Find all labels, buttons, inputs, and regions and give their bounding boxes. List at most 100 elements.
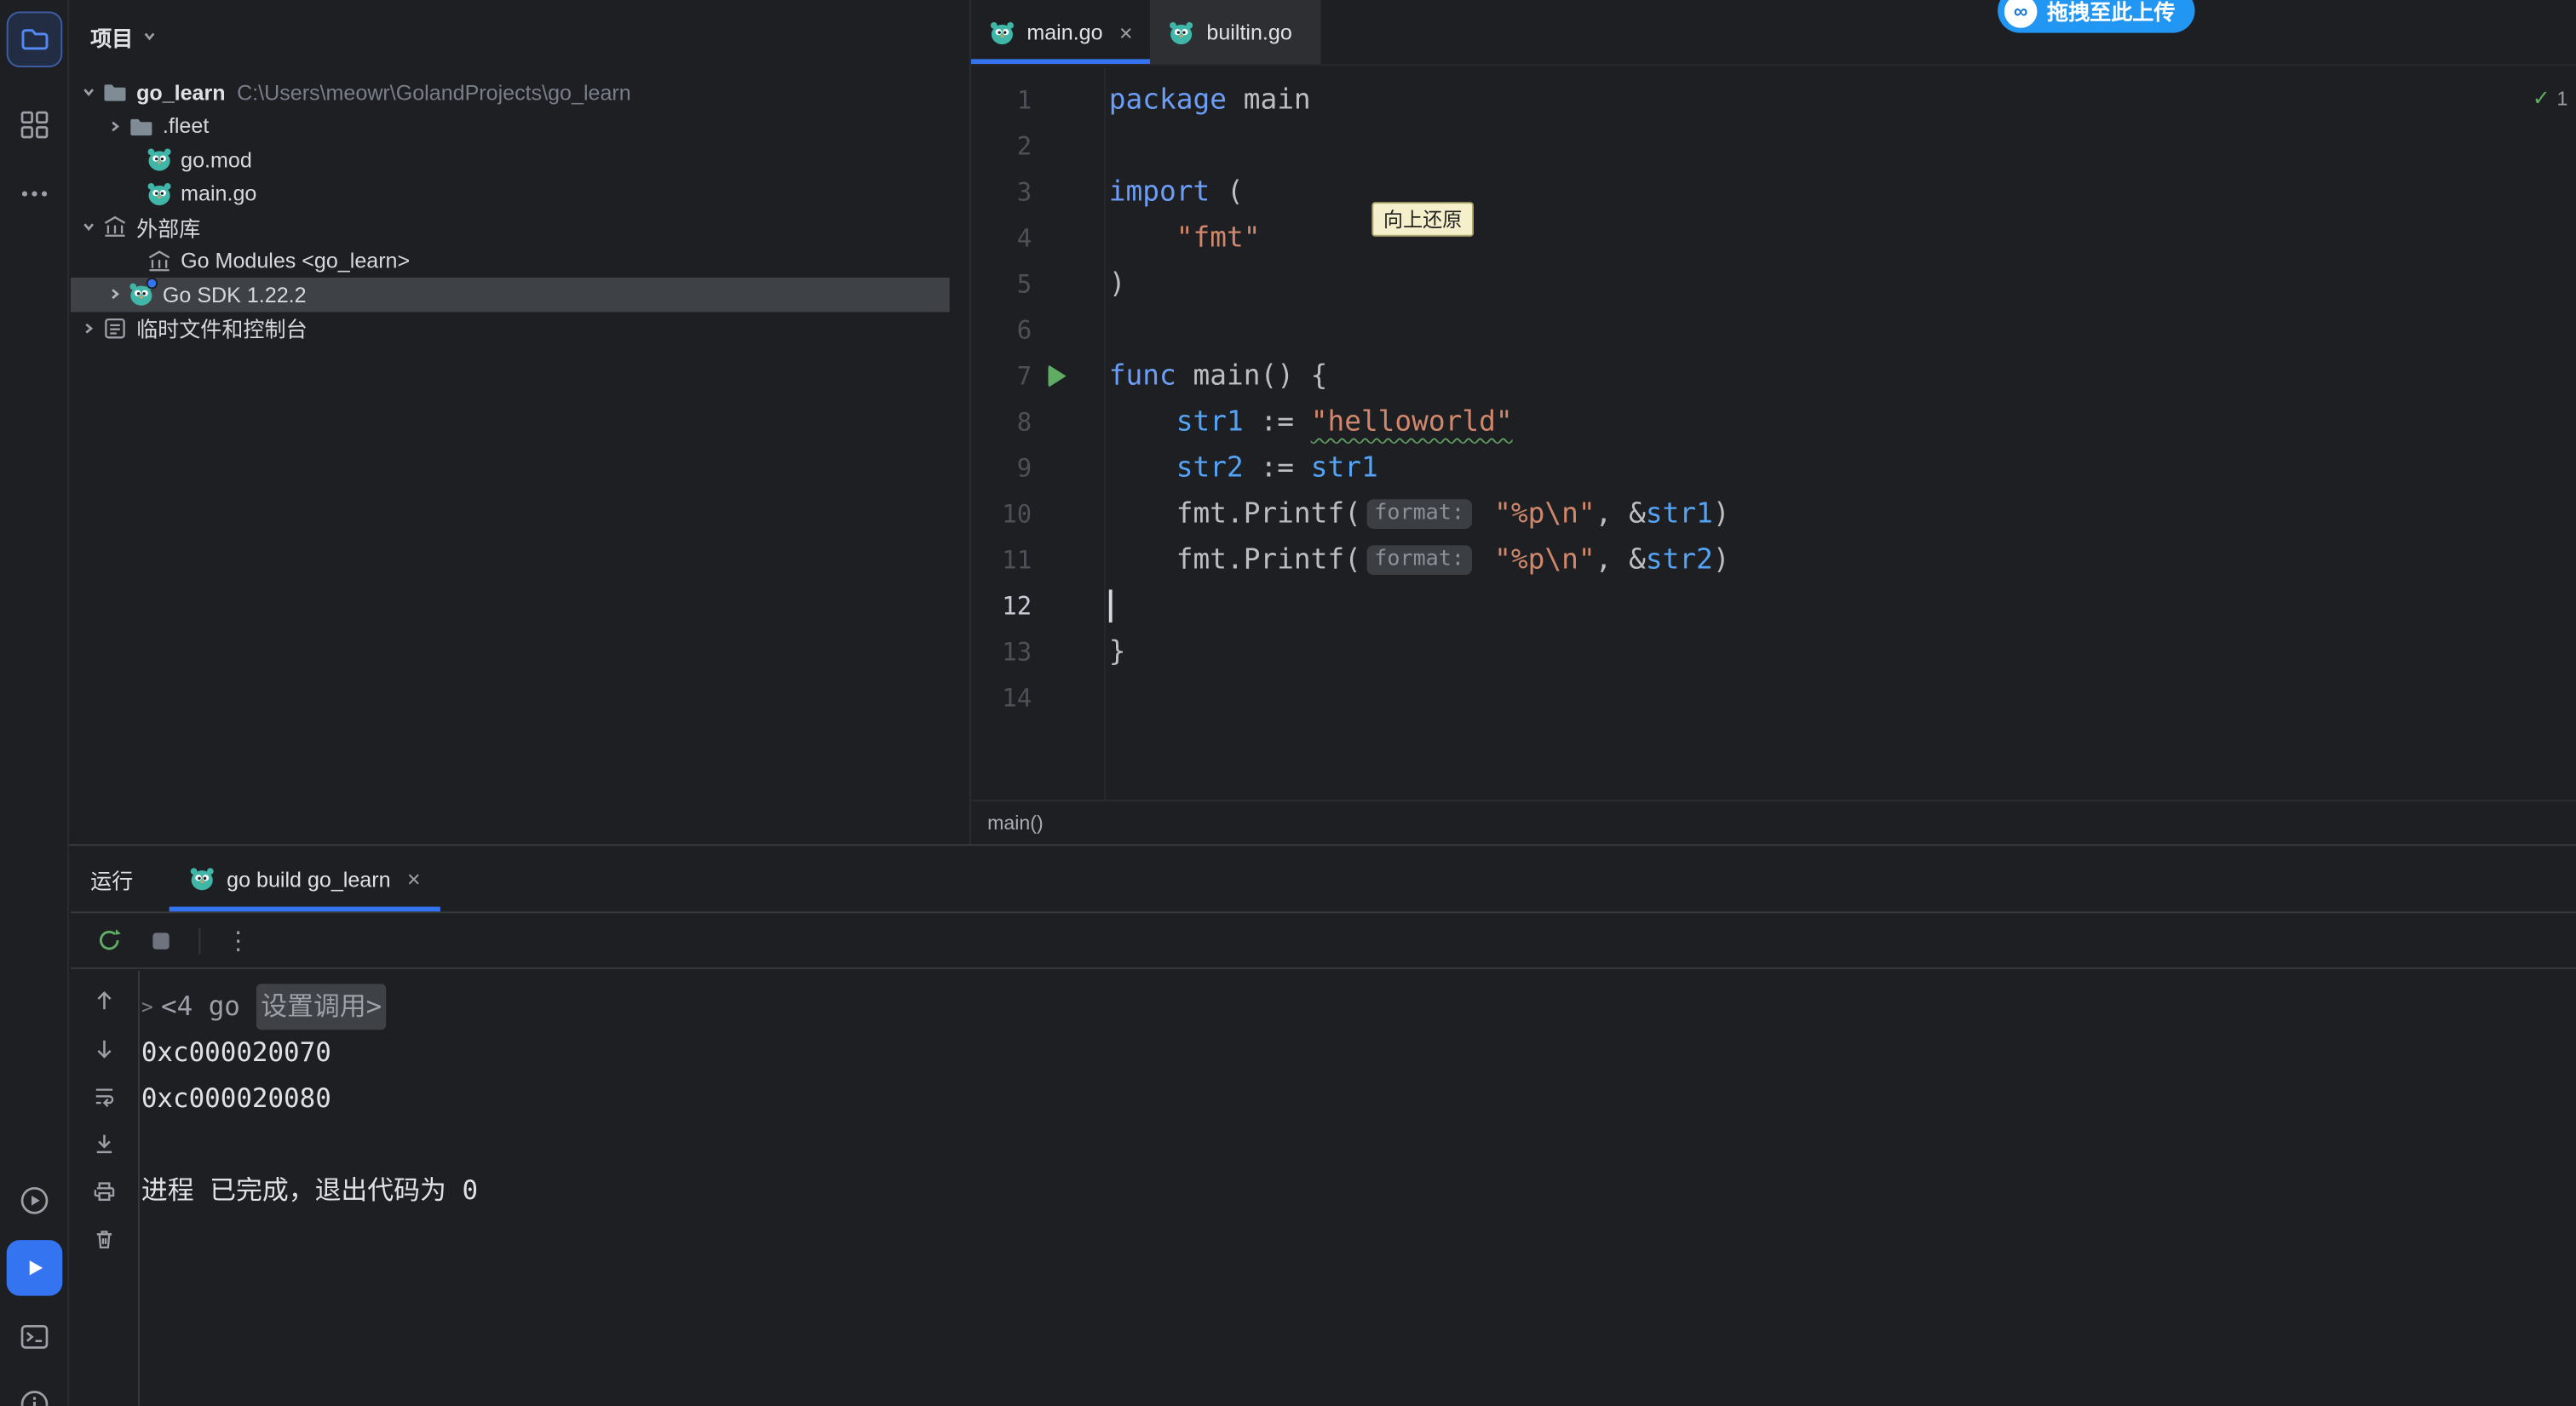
code-token — [1109, 405, 1176, 439]
gutter-row[interactable]: 13 — [971, 629, 1104, 675]
gutter-divider — [1104, 67, 1106, 800]
line-number[interactable]: 12 — [971, 583, 1032, 629]
code-line-10[interactable]: fmt.Printf(format: "%p\n", &str1) — [1109, 491, 2576, 537]
tree-item-go-sdk[interactable]: Go SDK 1.22.2 — [71, 278, 950, 312]
scroll-to-end-icon[interactable] — [89, 1130, 119, 1156]
line-number[interactable]: 11 — [971, 537, 1032, 583]
code-line-1[interactable]: package main — [1109, 77, 2576, 123]
tree-item-main-go[interactable]: main.go — [71, 176, 950, 210]
code-line-3[interactable]: import ( — [1109, 169, 2576, 215]
chevron-down-icon[interactable] — [78, 84, 99, 100]
structure-tool-window-button[interactable] — [7, 97, 63, 153]
chevron-right-icon[interactable] — [103, 118, 124, 134]
tab-builtin-go[interactable]: builtin.go — [1151, 0, 1322, 64]
rerun-button[interactable] — [90, 922, 126, 958]
expand-icon[interactable]: > — [141, 984, 161, 1030]
code-line-11[interactable]: fmt.Printf(format: "%p\n", &str2) — [1109, 537, 2576, 583]
project-tool-window-button[interactable] — [7, 11, 63, 67]
close-icon[interactable]: × — [1119, 19, 1133, 45]
more-options-icon[interactable]: ⋮ — [220, 922, 256, 958]
structure-icon — [18, 108, 51, 141]
line-number[interactable]: 1 — [971, 77, 1032, 123]
line-number[interactable]: 14 — [971, 675, 1032, 721]
gutter-row[interactable]: 7 — [971, 353, 1104, 399]
line-number[interactable]: 5 — [971, 261, 1032, 307]
code-line-13[interactable]: } — [1109, 629, 2576, 675]
tab-label: builtin.go — [1206, 20, 1291, 44]
line-number[interactable]: 3 — [971, 169, 1032, 215]
code-line-8[interactable]: str1 := "helloworld" — [1109, 399, 2576, 445]
gutter-row[interactable]: 3 — [971, 169, 1104, 215]
code-line-4[interactable]: "fmt" — [1109, 215, 2576, 261]
code-line-5[interactable]: ) — [1109, 261, 2576, 307]
line-number[interactable]: 7 — [971, 353, 1032, 399]
run-tool-window-button[interactable] — [7, 1240, 63, 1296]
gutter-row[interactable]: 1 — [971, 77, 1104, 123]
chevron-down-icon[interactable] — [78, 219, 99, 235]
line-number[interactable]: 9 — [971, 445, 1032, 491]
gutter-row[interactable]: 9 — [971, 445, 1104, 491]
close-icon[interactable]: × — [407, 865, 421, 892]
line-number[interactable]: 13 — [971, 629, 1032, 675]
inlay-hint[interactable]: format: — [1366, 545, 1473, 575]
editor-body[interactable]: 1234567891011121314 package mainimport (… — [971, 67, 2576, 800]
project-panel-header[interactable]: 项目 — [71, 0, 969, 72]
console-line: 0xc000020080 — [141, 1076, 2576, 1122]
tree-item-fleet[interactable]: .fleet — [71, 109, 950, 143]
code-line-7[interactable]: func main() { — [1109, 353, 2576, 399]
code-line-14[interactable] — [1109, 675, 2576, 721]
soft-wrap-icon[interactable] — [89, 1082, 119, 1109]
tree-item-scratches[interactable]: 临时文件和控制台 — [71, 311, 950, 345]
gutter-row[interactable]: 6 — [971, 307, 1104, 353]
line-number[interactable]: 2 — [971, 123, 1032, 169]
console-line: 0xc000020070 — [141, 1030, 2576, 1076]
gutter-row[interactable]: 10 — [971, 491, 1104, 537]
line-number[interactable]: 10 — [971, 491, 1032, 537]
scratch-file-icon — [102, 315, 129, 341]
gutter-row[interactable]: 2 — [971, 123, 1104, 169]
gutter-row[interactable]: 11 — [971, 537, 1104, 583]
services-tool-window-button[interactable] — [7, 1173, 63, 1229]
chevron-right-icon[interactable] — [78, 320, 99, 336]
gutter-row[interactable]: 14 — [971, 675, 1104, 721]
line-number[interactable]: 8 — [971, 399, 1032, 445]
gutter-row[interactable]: 12 — [971, 583, 1104, 629]
inspections-widget[interactable]: ✓ 1 — [2533, 85, 2568, 112]
tree-item-go-modules[interactable]: Go Modules <go_learn> — [71, 244, 950, 278]
up-stack-trace-icon[interactable] — [89, 987, 119, 1013]
stop-button[interactable] — [143, 922, 179, 958]
console-folded-region[interactable]: 设置调用> — [256, 984, 387, 1030]
code-area[interactable]: package main import ( "fmt") func main() {… — [1109, 77, 2576, 721]
gutter-row[interactable]: 8 — [971, 399, 1104, 445]
breadcrumb-item[interactable]: main() — [987, 812, 1044, 835]
tree-item-go-mod[interactable]: go.mod — [71, 143, 950, 177]
console-line: 进程 已完成，退出代码为 0 — [141, 1168, 2576, 1214]
tree-item-go-learn[interactable]: go_learn C:\Users\meowr\GolandProjects\g… — [71, 76, 950, 110]
terminal-tool-window-button[interactable] — [7, 1309, 63, 1365]
run-gutter-icon[interactable] — [1048, 364, 1066, 387]
code-line-12[interactable] — [1109, 583, 2576, 629]
tab-main-go[interactable]: main.go × — [971, 0, 1151, 64]
code-line-9[interactable]: str2 := str1 — [1109, 445, 2576, 491]
line-number[interactable]: 4 — [971, 215, 1032, 261]
print-icon[interactable] — [89, 1178, 119, 1204]
line-number[interactable]: 6 — [971, 307, 1032, 353]
chevron-right-icon[interactable] — [103, 286, 124, 302]
problems-tool-window-button[interactable] — [7, 1376, 63, 1406]
inlay-hint[interactable]: format: — [1366, 499, 1473, 529]
code-token: , & — [1596, 497, 1646, 531]
gutter-row[interactable]: 4 — [971, 215, 1104, 261]
code-line-6[interactable] — [1109, 307, 2576, 353]
down-stack-trace-icon[interactable] — [89, 1035, 119, 1061]
gutter-row[interactable]: 5 — [971, 261, 1104, 307]
code-line-2[interactable] — [1109, 123, 2576, 169]
code-token: func — [1109, 359, 1176, 393]
project-panel: 项目 go_learn C:\Users\meowr\GolandProject… — [71, 0, 969, 844]
more-tool-windows-button[interactable] — [7, 166, 63, 222]
tree-item-external-libraries[interactable]: 外部库 — [71, 210, 950, 244]
clear-console-icon[interactable] — [89, 1225, 119, 1252]
tree-item-label: Go Modules <go_learn> — [181, 249, 410, 273]
code-token: "%p\n" — [1494, 497, 1595, 531]
gopher-file-icon — [147, 146, 173, 173]
run-config-tab[interactable]: go build go_learn × — [170, 846, 440, 911]
